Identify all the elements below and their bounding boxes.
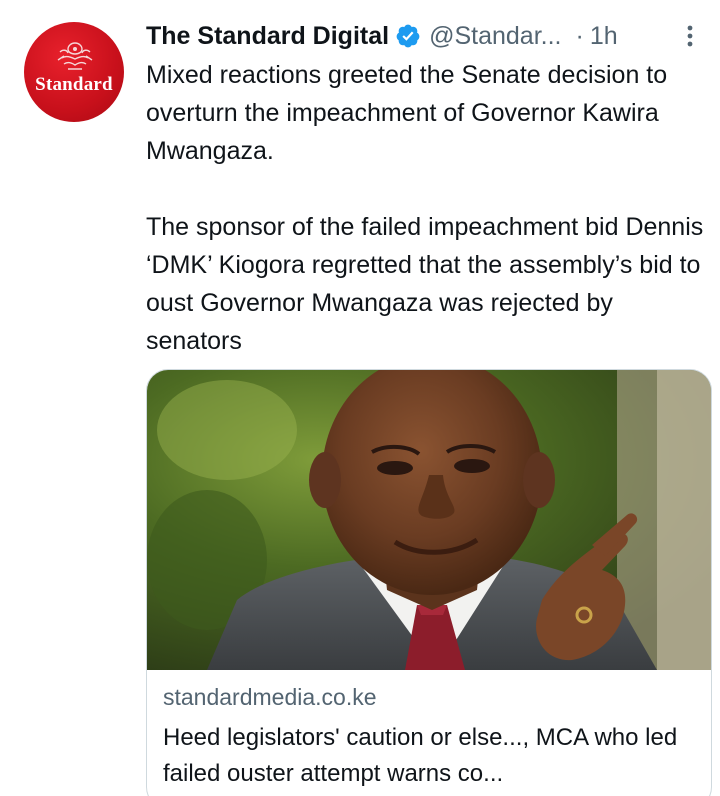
timestamp[interactable]: 1h — [590, 22, 618, 51]
link-card[interactable]: standardmedia.co.ke Heed legislators' ca… — [146, 369, 712, 796]
verified-badge-icon — [396, 24, 420, 48]
avatar-wordmark: Standard — [35, 74, 113, 95]
tweet-text: Mixed reactions greeted the Senate decis… — [146, 56, 706, 360]
handle[interactable]: @Standar... — [429, 22, 561, 51]
tweet-paragraph: Mixed reactions greeted the Senate decis… — [146, 61, 668, 165]
separator-dot: · — [575, 21, 584, 50]
tweet[interactable]: Standard The Standard Digital @Standar..… — [0, 0, 720, 796]
tweet-header: The Standard Digital @Standar... · 1h — [146, 18, 700, 54]
card-image[interactable] — [147, 370, 712, 670]
crest-icon — [57, 42, 93, 70]
card-domain[interactable]: standardmedia.co.ke — [163, 684, 377, 711]
card-title[interactable]: Heed legislators' caution or else..., MC… — [163, 720, 699, 792]
avatar[interactable]: Standard — [24, 22, 124, 122]
display-name[interactable]: The Standard Digital — [146, 22, 389, 51]
tweet-paragraph: The sponsor of the failed impeachment bi… — [146, 213, 704, 355]
more-options-icon[interactable] — [680, 22, 700, 50]
